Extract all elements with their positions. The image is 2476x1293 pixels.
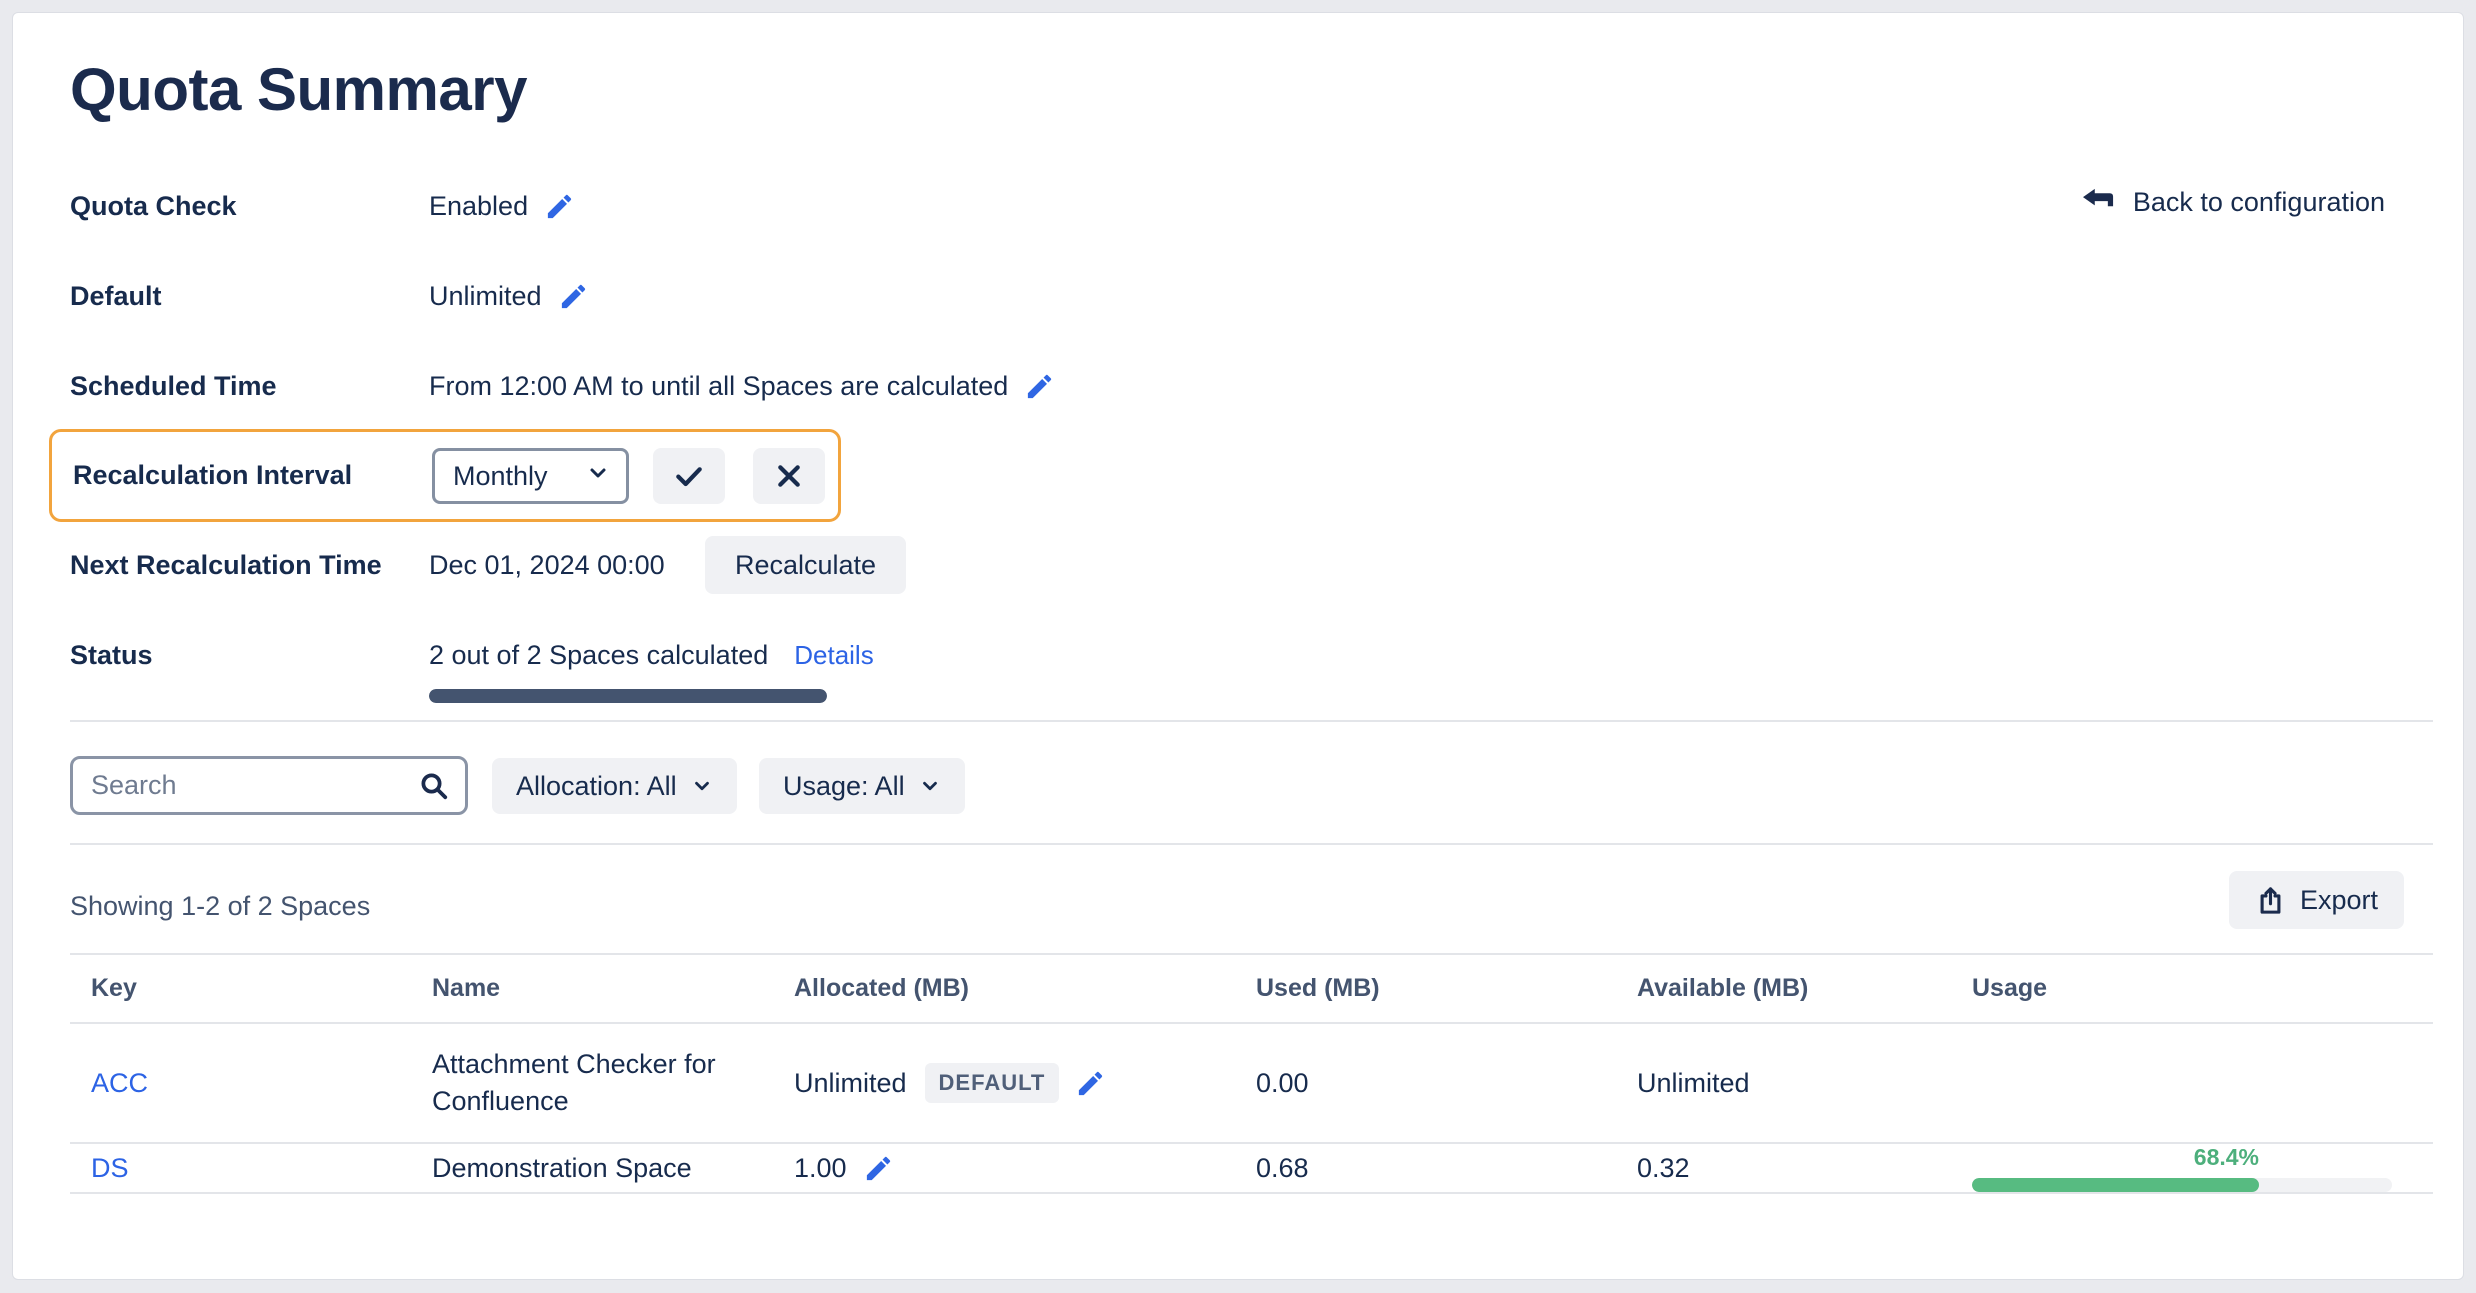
edit-default-icon[interactable] [558, 281, 589, 312]
confirm-interval-button[interactable] [653, 448, 725, 504]
usage-progress-fill [1972, 1178, 2260, 1192]
space-key-link[interactable]: ACC [91, 1068, 148, 1099]
cancel-interval-button[interactable] [753, 448, 825, 504]
available-cell: Unlimited [1616, 1024, 1951, 1144]
back-link-label: Back to configuration [2132, 187, 2385, 217]
showing-count: Showing 1-2 of 2 Spaces [70, 891, 371, 921]
space-name-cell: Attachment Checker for Confluence [411, 1024, 773, 1144]
recalculate-button[interactable]: Recalculate [705, 536, 907, 594]
spaces-table: Key Name Allocated (MB) Used (MB) Availa… [70, 953, 2433, 1194]
edit-scheduled-time-icon[interactable] [1024, 371, 1055, 402]
export-button[interactable]: Export [2228, 871, 2404, 929]
default-badge: DEFAULT [924, 1063, 1060, 1103]
page-title: Quota Summary [70, 56, 527, 123]
quota-check-label: Quota Check [70, 190, 237, 221]
allocated-value: 1.00 [794, 1152, 847, 1183]
space-key-link[interactable]: DS [91, 1153, 129, 1184]
recalculation-interval-selected: Monthly [453, 460, 548, 491]
usage-cell [1951, 1024, 2433, 1144]
table-row: DS [70, 1144, 411, 1194]
next-recalculation-label: Next Recalculation Time [70, 549, 382, 580]
status-details-link[interactable]: Details [794, 640, 873, 671]
column-header-name: Name [411, 955, 773, 1024]
status-progress-bar [429, 689, 827, 703]
field-row-status: Status 2 out of 2 Spaces calculated Deta… [70, 634, 874, 676]
search-icon[interactable] [419, 771, 449, 801]
chevron-down-icon [919, 775, 941, 797]
scheduled-time-label: Scheduled Time [70, 370, 277, 401]
column-header-allocated: Allocated (MB) [773, 955, 1235, 1024]
chevron-down-icon [586, 461, 610, 492]
allocated-cell: Unlimited DEFAULT [773, 1024, 1235, 1144]
quota-check-value: Enabled [429, 190, 529, 221]
chevron-down-icon [691, 775, 713, 797]
allocation-filter-label: Allocation: All [516, 770, 677, 801]
usage-filter-label: Usage: All [783, 770, 905, 801]
space-name-cell: Demonstration Space [411, 1144, 773, 1194]
divider-filters [70, 843, 2433, 845]
recalculation-interval-label: Recalculation Interval [73, 460, 353, 490]
allocated-cell: 1.00 [773, 1144, 1235, 1194]
scheduled-time-value: From 12:00 AM to until all Spaces are ca… [429, 370, 1009, 401]
status-progress-fill [429, 689, 827, 703]
search-input[interactable] [73, 770, 419, 801]
column-header-key: Key [70, 955, 411, 1024]
edit-allocation-icon[interactable] [863, 1153, 894, 1184]
default-label: Default [70, 280, 162, 311]
status-value: 2 out of 2 Spaces calculated [429, 639, 769, 670]
used-cell: 0.00 [1235, 1024, 1616, 1144]
export-label: Export [2299, 884, 2378, 915]
back-arrow-icon [2082, 187, 2117, 218]
recalculation-interval-select[interactable]: Monthly [432, 448, 629, 504]
recalculation-interval-highlight: Recalculation Interval Monthly [49, 429, 841, 522]
usage-progress-bar [1972, 1178, 2392, 1192]
usage-percent-label: 68.4% [2193, 1144, 2259, 1170]
usage-meter: 68.4% [1972, 1144, 2392, 1192]
field-row-scheduled-time: Scheduled Time From 12:00 AM to until al… [70, 365, 1055, 407]
next-recalculation-value: Dec 01, 2024 00:00 [429, 549, 665, 580]
allocated-value: Unlimited [794, 1067, 907, 1098]
allocation-filter-button[interactable]: Allocation: All [492, 758, 737, 814]
table-row: ACC [70, 1024, 411, 1144]
field-row-next-recalculation: Next Recalculation Time Dec 01, 2024 00:… [70, 544, 665, 586]
field-row-quota-check: Quota Check Enabled [70, 185, 575, 227]
usage-cell: 68.4% [1951, 1144, 2433, 1194]
search-box [70, 756, 468, 815]
back-to-configuration-link[interactable]: Back to configuration [2082, 187, 2385, 218]
edit-allocation-icon[interactable] [1075, 1068, 1106, 1099]
edit-quota-check-icon[interactable] [544, 191, 575, 222]
default-value: Unlimited [429, 280, 542, 311]
column-header-used: Used (MB) [1235, 955, 1616, 1024]
divider-top [70, 720, 2433, 722]
status-label: Status [70, 639, 153, 670]
field-row-default: Default Unlimited [70, 275, 589, 317]
usage-filter-button[interactable]: Usage: All [759, 758, 965, 814]
column-header-available: Available (MB) [1616, 955, 1951, 1024]
export-icon [2255, 885, 2286, 916]
used-cell: 0.68 [1235, 1144, 1616, 1194]
quota-summary-card: Quota Summary Back to configuration Quot… [12, 12, 2464, 1280]
column-header-usage: Usage [1951, 955, 2433, 1024]
available-cell: 0.32 [1616, 1144, 1951, 1194]
